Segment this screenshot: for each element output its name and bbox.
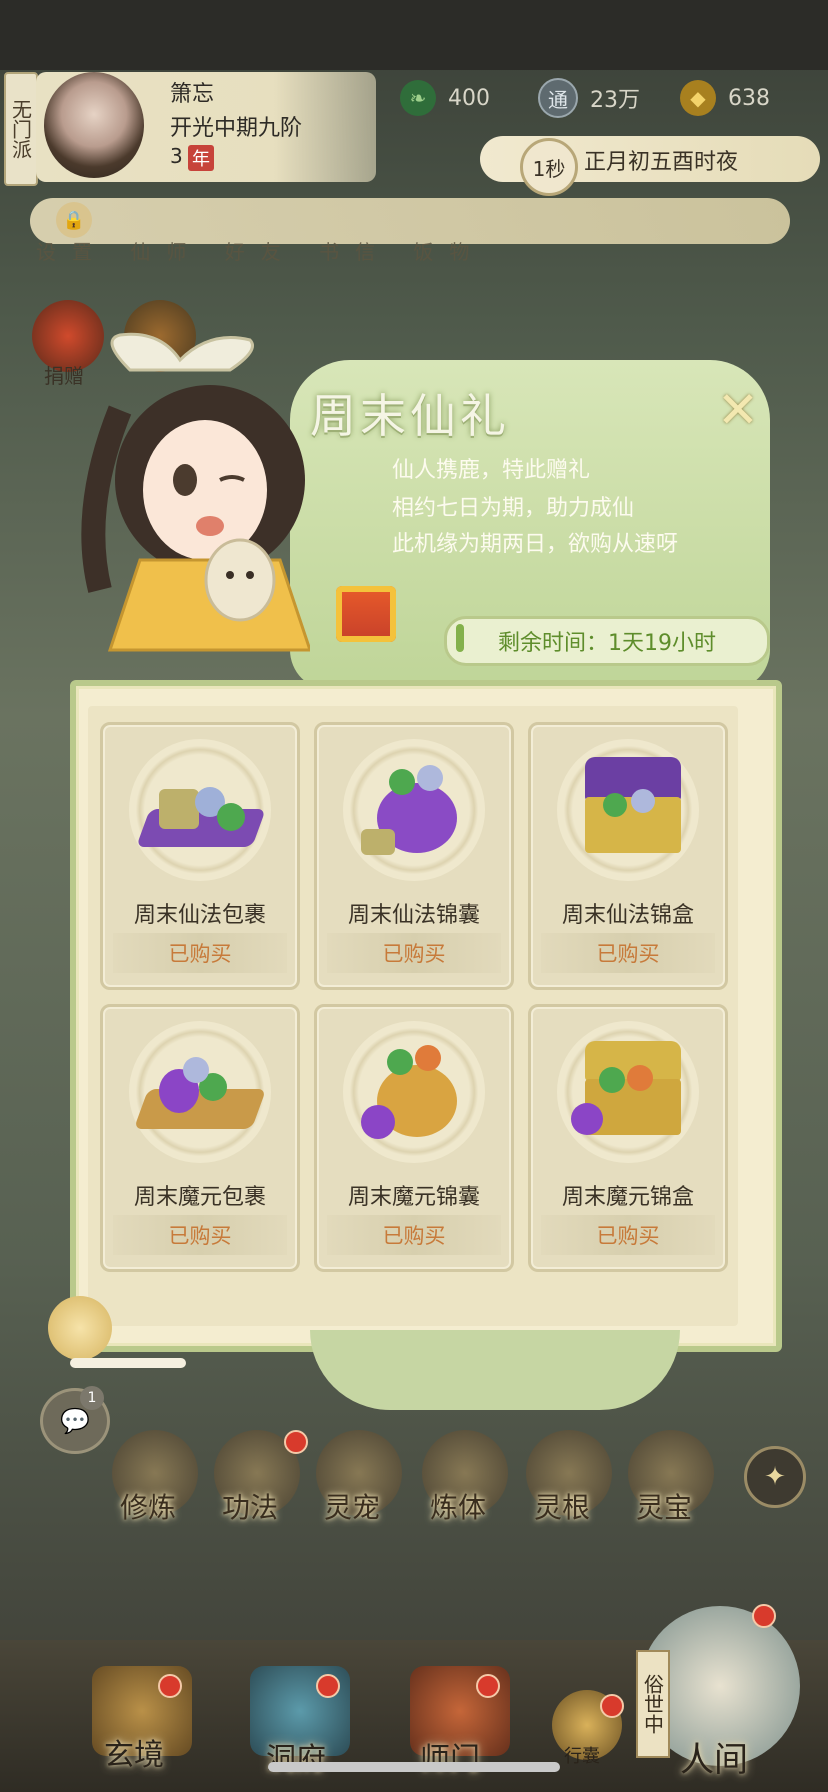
orb-icon xyxy=(417,765,443,791)
status-bar xyxy=(0,0,828,70)
skill-label: 灵宝 xyxy=(636,1491,693,1524)
modal-desc-line-2: 相约七日为期，助力成仙 xyxy=(392,496,635,521)
chat-icon: 💬 xyxy=(60,1407,90,1435)
chat-badge: 1 xyxy=(80,1386,104,1410)
orb-icon xyxy=(387,1049,413,1075)
orb-icon xyxy=(627,1065,653,1091)
tab-renjian[interactable]: 人间 xyxy=(680,1732,748,1781)
avatar[interactable] xyxy=(44,72,144,178)
item-card-moyuan-pouch[interactable]: 周末魔元锦囊 已购买 xyxy=(314,1004,514,1272)
player-name: 箫忘 xyxy=(170,82,215,107)
purple-gem-icon xyxy=(361,1105,395,1139)
item-card-xianfa-pouch[interactable]: 周末仙法锦囊 已购买 xyxy=(314,722,514,990)
resource-gold[interactable]: ◆ 638 xyxy=(680,78,770,118)
top-nav-faded: 设置 仙师 好友 书信 饭物 关注礼 xyxy=(36,240,496,264)
modal-bottom-ornament xyxy=(310,1330,680,1410)
notification-dot xyxy=(600,1694,624,1718)
item-card-moyuan-box[interactable]: 周末魔元锦盒 已购买 xyxy=(528,1004,728,1272)
item-name: 周末仙法锦囊 xyxy=(347,903,480,928)
bought-status: 已购买 xyxy=(327,933,501,973)
bought-status: 已购买 xyxy=(113,933,287,973)
purple-gem-icon xyxy=(571,1103,603,1135)
modal-title: 周末仙礼 xyxy=(310,389,510,443)
notification-dot xyxy=(752,1604,776,1628)
scroll-icon xyxy=(159,789,199,829)
sect-tag[interactable]: 无门派 xyxy=(4,72,38,186)
coin-icon: 通 xyxy=(538,78,578,118)
item-card-xianfa-box[interactable]: 周末仙法锦盒 已购买 xyxy=(528,722,728,990)
notification-dot xyxy=(316,1674,340,1698)
flower-ornament-line xyxy=(70,1358,186,1368)
orb-icon xyxy=(217,803,245,831)
skill-label: 灵根 xyxy=(534,1491,591,1524)
close-button[interactable]: ✕ xyxy=(710,381,766,439)
modal-desc-line-3: 此机缘为期两日，欲购从速呀 xyxy=(392,532,679,557)
jade-leaf-icon: ❧ xyxy=(400,80,436,116)
item-name: 周末仙法包裹 xyxy=(133,903,266,928)
resource-coin[interactable]: 通 23万 xyxy=(538,78,640,118)
skill-label: 灵宠 xyxy=(324,1491,381,1524)
orb-icon xyxy=(603,793,627,817)
world-side-label: 俗世中 xyxy=(636,1650,670,1758)
time-speed-button[interactable]: 1秒 xyxy=(520,138,578,196)
scroll-icon xyxy=(361,829,395,855)
item-card-moyuan-bundle[interactable]: 周末魔元包裹 已购买 xyxy=(100,1004,300,1272)
resource-value: 23万 xyxy=(590,88,640,113)
plum-flower-icon xyxy=(48,1296,112,1360)
player-age: 3 xyxy=(170,144,183,168)
more-skills-icon[interactable]: ✦ xyxy=(744,1446,806,1508)
gold-cloth-icon xyxy=(133,1089,267,1129)
remaining-time: 剩余时间：1天19小时 xyxy=(444,616,770,666)
coin-char: 通 xyxy=(548,87,568,112)
item-name: 周末魔元锦囊 xyxy=(347,1185,480,1210)
player-rank: 开光中期九阶 xyxy=(170,116,303,141)
skill-label: 炼体 xyxy=(430,1491,487,1524)
modal-desc-line-1: 仙人携鹿，特此赠礼 xyxy=(392,458,591,483)
orb-icon xyxy=(631,789,655,813)
resource-value: 400 xyxy=(448,85,490,111)
skill-label: 修炼 xyxy=(120,1491,177,1524)
skill-label: 功法 xyxy=(222,1491,279,1524)
game-time: 正月初五酉时夜 xyxy=(584,150,739,175)
age-unit-badge: 年 xyxy=(188,145,214,171)
close-icon: ✕ xyxy=(717,381,759,439)
home-indicator[interactable] xyxy=(268,1762,560,1772)
gift-box-icon xyxy=(336,586,396,642)
bought-status: 已购买 xyxy=(113,1215,287,1255)
item-card-xianfa-bundle[interactable]: 周末仙法包裹 已购买 xyxy=(100,722,300,990)
gold-ingot-icon: ◆ xyxy=(680,80,716,116)
lock-icon[interactable]: 🔒 xyxy=(56,202,92,238)
item-name: 周末魔元包裹 xyxy=(133,1185,266,1210)
item-name: 周末仙法锦盒 xyxy=(561,903,694,928)
bag-label: 行囊 xyxy=(564,1746,600,1767)
notification-dot xyxy=(476,1674,500,1698)
notification-dot xyxy=(158,1674,182,1698)
resource-value: 638 xyxy=(728,85,770,111)
item-name: 周末魔元锦盒 xyxy=(561,1185,694,1210)
resource-jade[interactable]: ❧ 400 xyxy=(400,78,490,118)
bought-status: 已购买 xyxy=(541,933,715,973)
notification-dot xyxy=(284,1430,308,1454)
bought-status: 已购买 xyxy=(327,1215,501,1255)
orb-icon xyxy=(183,1057,209,1083)
orb-icon xyxy=(389,769,415,795)
orb-icon xyxy=(415,1045,441,1071)
tab-xuanjing[interactable]: 玄境 xyxy=(104,1730,164,1774)
girl-with-deer-illustration xyxy=(60,330,313,660)
timer-indicator xyxy=(456,624,464,652)
bought-status: 已购买 xyxy=(541,1215,715,1255)
orb-icon xyxy=(599,1067,625,1093)
